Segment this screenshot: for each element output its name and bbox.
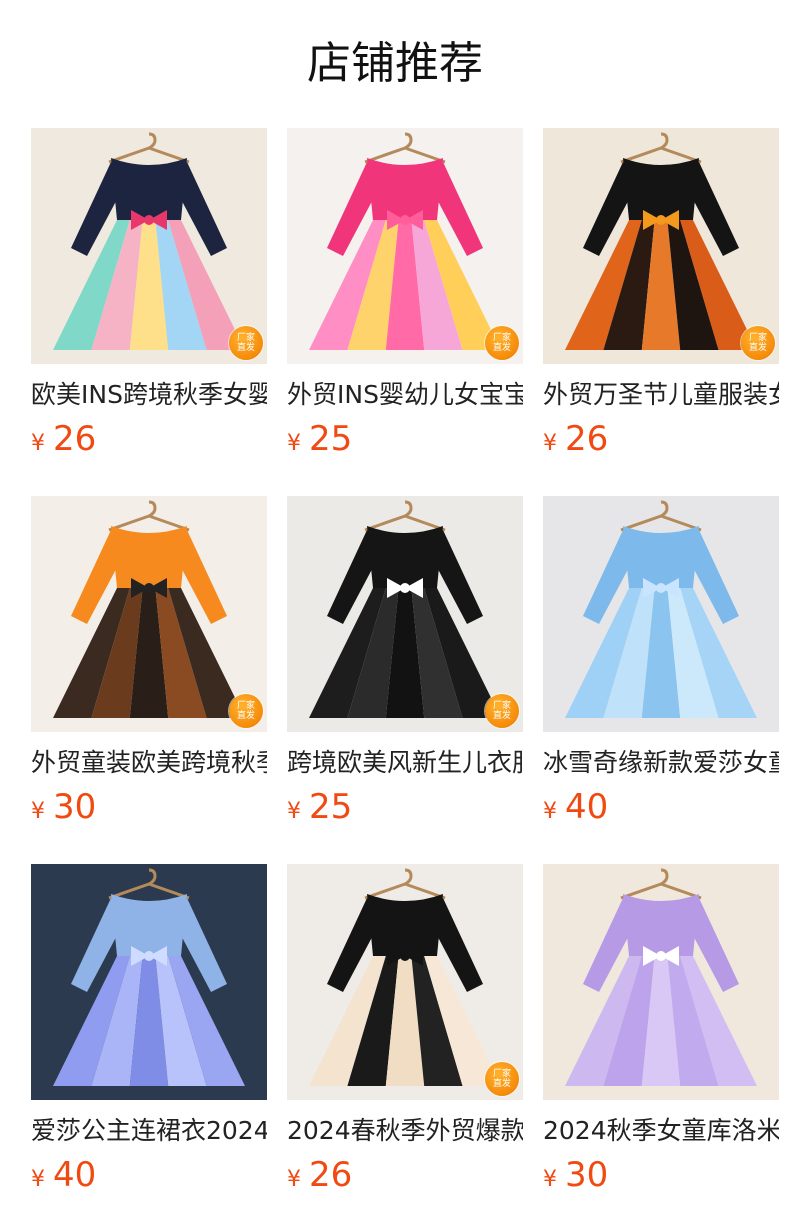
product-image[interactable]: 厂家直发 [287,128,523,364]
product-card[interactable]: 厂家直发外贸万圣节儿童服装女 ¥26 [543,128,779,496]
factory-direct-badge: 厂家直发 [229,326,263,360]
product-card[interactable]: 厂家直发外贸INS婴幼儿女宝宝 ¥25 [287,128,523,496]
product-image[interactable] [543,864,779,1100]
price-amount: 30 [53,787,97,827]
product-image[interactable]: 厂家直发 [287,864,523,1100]
price-amount: 26 [309,1155,353,1195]
currency-symbol: ¥ [543,799,557,824]
currency-symbol: ¥ [31,1167,45,1192]
currency-symbol: ¥ [543,431,557,456]
product-image[interactable] [31,864,267,1100]
factory-direct-badge: 厂家直发 [485,1062,519,1096]
price-amount: 30 [565,1155,609,1195]
product-name[interactable]: 2024秋季女童库洛米 [543,1115,779,1147]
product-price: ¥40 [543,787,779,827]
product-card[interactable]: 厂家直发欧美INS跨境秋季女婴 ¥26 [31,128,267,496]
currency-symbol: ¥ [31,431,45,456]
product-card[interactable]: 厂家直发跨境欧美风新生儿衣服 ¥25 [287,496,523,864]
page-title: 店铺推荐 [307,38,483,89]
product-price: ¥26 [543,419,779,459]
price-amount: 25 [309,787,353,827]
currency-symbol: ¥ [543,1167,557,1192]
price-amount: 26 [565,419,609,459]
product-name[interactable]: 外贸INS婴幼儿女宝宝 [287,379,523,411]
product-price: ¥26 [287,1155,523,1195]
product-grid: 厂家直发 欧美INS跨境秋季女婴 ¥26 厂家直发 外贸INS婴幼儿女宝宝 ¥25 厂家直发… [31,128,779,1232]
price-amount: 25 [309,419,353,459]
currency-symbol: ¥ [31,799,45,824]
product-card[interactable]: 厂家直发外贸童装欧美跨境秋季 ¥30 [31,496,267,864]
price-amount: 40 [53,1155,97,1195]
factory-direct-badge: 厂家直发 [741,326,775,360]
product-price: ¥30 [543,1155,779,1195]
currency-symbol: ¥ [287,1167,301,1192]
product-name[interactable]: 爱莎公主连裙衣2024 [31,1115,267,1147]
product-image[interactable]: 厂家直发 [543,128,779,364]
product-image[interactable]: 厂家直发 [31,128,267,364]
product-price: ¥40 [31,1155,267,1195]
product-image[interactable]: 厂家直发 [31,496,267,732]
factory-direct-badge: 厂家直发 [485,326,519,360]
price-amount: 26 [53,419,97,459]
product-price: ¥30 [31,787,267,827]
product-image[interactable] [543,496,779,732]
factory-direct-badge: 厂家直发 [485,694,519,728]
currency-symbol: ¥ [287,799,301,824]
product-name[interactable]: 跨境欧美风新生儿衣服 [287,747,523,779]
product-card[interactable]: 厂家直发 2024春秋季外贸爆款 ¥26 [287,864,523,1232]
currency-symbol: ¥ [287,431,301,456]
product-name[interactable]: 外贸童装欧美跨境秋季 [31,747,267,779]
product-price: ¥25 [287,419,523,459]
product-name[interactable]: 外贸万圣节儿童服装女 [543,379,779,411]
product-name[interactable]: 欧美INS跨境秋季女婴 [31,379,267,411]
factory-direct-badge: 厂家直发 [229,694,263,728]
price-amount: 40 [565,787,609,827]
product-image[interactable]: 厂家直发 [287,496,523,732]
product-card[interactable]: 冰雪奇缘新款爱莎女童 ¥40 [543,496,779,864]
product-card[interactable]: 2024秋季女童库洛米 ¥30 [543,864,779,1232]
product-card[interactable]: 爱莎公主连裙衣2024 ¥40 [31,864,267,1232]
product-name[interactable]: 2024春秋季外贸爆款 [287,1115,523,1147]
product-price: ¥25 [287,787,523,827]
product-name[interactable]: 冰雪奇缘新款爱莎女童 [543,747,779,779]
product-price: ¥26 [31,419,267,459]
